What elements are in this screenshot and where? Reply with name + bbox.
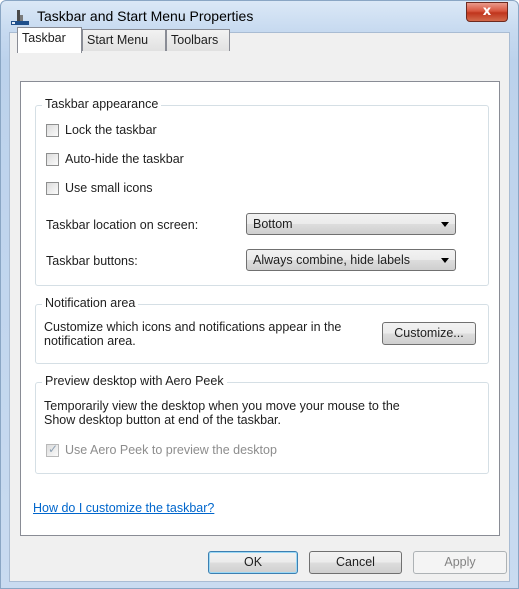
- lock-taskbar-label[interactable]: Lock the taskbar: [65, 123, 157, 137]
- chevron-down-icon: [441, 258, 449, 263]
- group-legend: Preview desktop with Aero Peek: [42, 374, 227, 388]
- notification-area-group: Notification area Customize which icons …: [35, 296, 489, 364]
- notification-description-line1: Customize which icons and notifications …: [44, 320, 342, 334]
- apply-button[interactable]: Apply: [413, 551, 507, 574]
- location-value: Bottom: [253, 217, 293, 231]
- buttons-label: Taskbar buttons:: [46, 254, 138, 268]
- lock-taskbar-checkbox[interactable]: [46, 124, 59, 137]
- cancel-label: Cancel: [336, 555, 375, 569]
- tab-label: Start Menu: [87, 33, 149, 47]
- taskbar-appearance-group: Taskbar appearance Lock the taskbar Auto…: [35, 97, 489, 286]
- location-label: Taskbar location on screen:: [46, 218, 199, 232]
- group-legend: Taskbar appearance: [42, 97, 162, 111]
- tab-taskbar[interactable]: Taskbar: [17, 27, 82, 53]
- tab-panel-taskbar: Taskbar appearance Lock the taskbar Auto…: [20, 81, 500, 536]
- notification-description-line2: notification area.: [44, 334, 136, 348]
- close-button[interactable]: x: [466, 2, 508, 22]
- close-icon: x: [482, 4, 492, 19]
- ok-button[interactable]: OK: [208, 551, 298, 574]
- taskbar-buttons-dropdown[interactable]: Always combine, hide labels: [246, 249, 456, 271]
- taskbar-app-icon: [11, 10, 29, 25]
- buttons-value: Always combine, hide labels: [253, 253, 411, 267]
- autohide-taskbar-label[interactable]: Auto-hide the taskbar: [65, 152, 184, 166]
- aero-peek-group: Preview desktop with Aero Peek Temporari…: [35, 374, 489, 474]
- cancel-button[interactable]: Cancel: [309, 551, 402, 574]
- customize-label: Customize...: [394, 326, 464, 340]
- customize-button[interactable]: Customize...: [382, 322, 476, 345]
- aero-peek-label[interactable]: Use Aero Peek to preview the desktop: [65, 443, 277, 457]
- checkmark-icon: ✓: [48, 442, 59, 456]
- apply-label: Apply: [444, 555, 476, 569]
- location-dropdown[interactable]: Bottom: [246, 213, 456, 235]
- tab-label: Toolbars: [171, 33, 219, 47]
- group-legend: Notification area: [42, 296, 139, 310]
- tab-start-menu[interactable]: Start Menu: [82, 29, 166, 51]
- chevron-down-icon: [441, 222, 449, 227]
- help-link[interactable]: How do I customize the taskbar?: [33, 501, 214, 515]
- small-icons-checkbox[interactable]: [46, 182, 59, 195]
- aero-peek-description-line1: Temporarily view the desktop when you mo…: [44, 399, 400, 413]
- aero-peek-checkbox[interactable]: ✓: [46, 442, 59, 457]
- tab-label: Taskbar: [22, 31, 66, 45]
- ok-label: OK: [243, 555, 263, 569]
- window-title: Taskbar and Start Menu Properties: [37, 8, 254, 24]
- tab-toolbars[interactable]: Toolbars: [166, 29, 230, 51]
- small-icons-label[interactable]: Use small icons: [65, 181, 153, 195]
- autohide-taskbar-checkbox[interactable]: [46, 153, 59, 166]
- aero-peek-description-line2: Show desktop button at end of the taskba…: [44, 413, 281, 427]
